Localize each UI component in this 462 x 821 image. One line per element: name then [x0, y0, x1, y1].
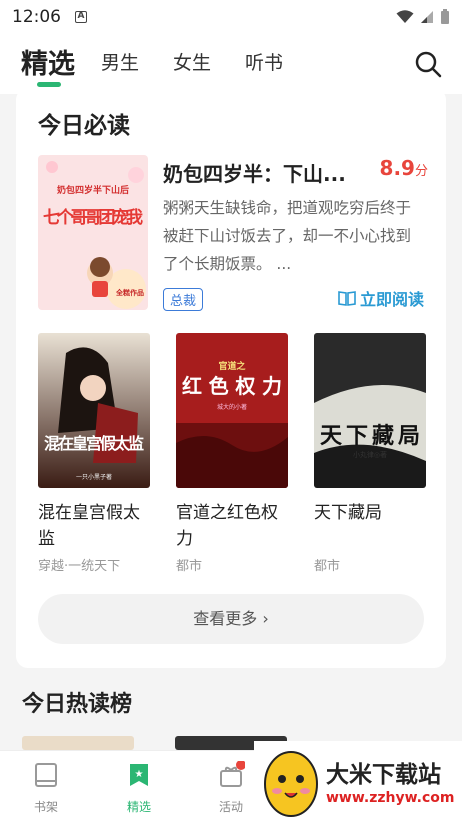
tab-male[interactable]: 男生 — [101, 48, 139, 75]
book-cover[interactable]: 混在皇宫假太监 一只小黑子著 — [38, 333, 150, 488]
watermark-name: 大米下载站 — [326, 762, 441, 788]
cover-subtitle: 奶包四岁半下山后 — [56, 184, 129, 196]
today-card: 今日必读 奶包四岁半下山后 七个哥哥团宠我 全糕作品 奶包四岁半：下山... 8… — [16, 88, 446, 668]
cover-title: 混在皇宫假太监 — [44, 434, 144, 453]
watermark: 大米下载站 www.zzhyw.com — [254, 741, 462, 821]
cover-author: 小丸律◎著 — [353, 450, 387, 459]
featured-score: 8.9分 — [379, 156, 428, 180]
top-tabs: 精选 男生 女生 听书 — [0, 34, 462, 94]
hot-list-title: 今日热读榜 — [22, 692, 133, 717]
book-meta: 都市 — [176, 559, 203, 574]
book-title[interactable]: 天下藏局 — [314, 500, 426, 526]
genre-tag[interactable]: 总裁 — [163, 288, 204, 311]
book-item[interactable]: 天下藏局 小丸律◎著 天下藏局 都市 — [314, 333, 426, 574]
chevron-right-icon: › — [262, 609, 269, 628]
battery-icon — [441, 9, 449, 24]
book-cover[interactable]: 官道之 红色权力 城大的小著 — [176, 333, 288, 488]
tab-audiobook[interactable]: 听书 — [245, 48, 283, 75]
cover-author: 一只小黑子著 — [76, 473, 112, 481]
book-cover[interactable]: 天下藏局 小丸律◎著 — [314, 333, 426, 488]
book-title[interactable]: 混在皇宫假太监 — [38, 500, 150, 552]
book-item[interactable]: 混在皇宫假太监 一只小黑子著 混在皇宫假太监 穿越·一统天下 — [38, 333, 150, 574]
nav-label: 书架 — [33, 800, 58, 814]
search-icon[interactable] — [414, 50, 442, 78]
tab-female[interactable]: 女生 — [173, 48, 211, 75]
nav-label: 精选 — [126, 800, 151, 814]
watermark-url: www.zzhyw.com — [326, 790, 455, 806]
book-meta: 穿越·一统天下 — [38, 559, 121, 574]
book-item[interactable]: 官道之 红色权力 城大的小著 官道之红色权力 都市 — [176, 333, 288, 574]
book-meta: 都市 — [314, 559, 341, 574]
notification-a-icon: A — [75, 11, 87, 23]
nav-featured[interactable]: ★ 精选 — [109, 761, 169, 815]
featured-book-cover[interactable]: 奶包四岁半下山后 七个哥哥团宠我 全糕作品 — [38, 155, 148, 310]
egg-mascot-icon — [264, 751, 318, 817]
featured-icon: ★ — [130, 764, 148, 786]
gift-icon — [220, 760, 246, 787]
status-bar: 12:06 A — [0, 0, 462, 34]
read-now-label: 立即阅读 — [359, 290, 424, 309]
cover-subtitle: 官道之 — [218, 360, 245, 372]
read-now-button[interactable]: 立即阅读 — [338, 286, 424, 310]
svg-text:★: ★ — [135, 769, 144, 780]
book-open-icon — [338, 291, 356, 306]
wifi-icon — [396, 10, 414, 23]
hot-book-cover[interactable] — [22, 736, 134, 750]
nav-label: 活动 — [218, 800, 243, 814]
nav-bookshelf[interactable]: 书架 — [16, 761, 76, 815]
cover-title: 七个哥哥团宠我 — [43, 207, 143, 228]
see-more-label: 查看更多 — [193, 609, 258, 628]
cover-author: 城大的小著 — [217, 403, 247, 411]
featured-book-title[interactable]: 奶包四岁半：下山... — [163, 158, 373, 187]
signal-icon — [421, 11, 433, 23]
see-more-button[interactable]: 查看更多 › — [38, 594, 424, 644]
status-time: 12:06 — [12, 7, 61, 27]
active-tab-indicator — [37, 82, 61, 87]
nav-activity[interactable]: 活动 — [201, 760, 261, 815]
bookshelf-icon — [35, 763, 57, 787]
featured-description: 粥粥天生缺钱命，把道观吃穷后终于被赶下山讨饭去了，却一不小心找到了个长期饭票。 … — [163, 199, 412, 273]
book-title[interactable]: 官道之红色权力 — [176, 500, 288, 552]
cover-badge: 全糕作品 — [115, 288, 144, 297]
section-title: 今日必读 — [38, 113, 130, 139]
tab-featured[interactable]: 精选 — [21, 42, 75, 81]
